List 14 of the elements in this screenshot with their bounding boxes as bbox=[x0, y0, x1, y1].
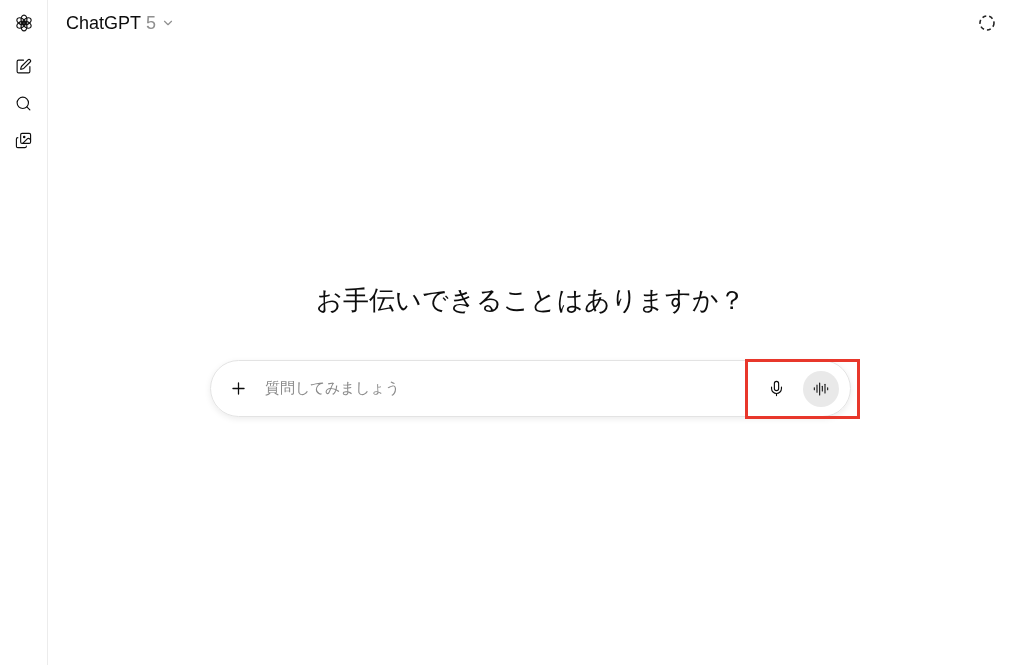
prompt-input[interactable]: 質問してみましょう bbox=[264, 377, 745, 400]
audio-wave-icon bbox=[812, 380, 829, 397]
welcome-heading: お手伝いできることはありますか？ bbox=[315, 284, 745, 317]
model-name: ChatGPT bbox=[66, 11, 142, 35]
new-chat-icon[interactable] bbox=[15, 58, 32, 75]
model-selector[interactable]: ChatGPT 5 bbox=[66, 9, 176, 37]
model-version: 5 bbox=[146, 11, 157, 35]
microphone-icon bbox=[768, 380, 785, 397]
plus-icon bbox=[229, 379, 248, 398]
logo-icon[interactable] bbox=[13, 13, 34, 33]
voice-mode-button[interactable] bbox=[802, 370, 839, 407]
dashed-circle-icon[interactable] bbox=[978, 14, 996, 32]
images-icon[interactable] bbox=[15, 132, 32, 149]
search-icon[interactable] bbox=[15, 95, 32, 112]
